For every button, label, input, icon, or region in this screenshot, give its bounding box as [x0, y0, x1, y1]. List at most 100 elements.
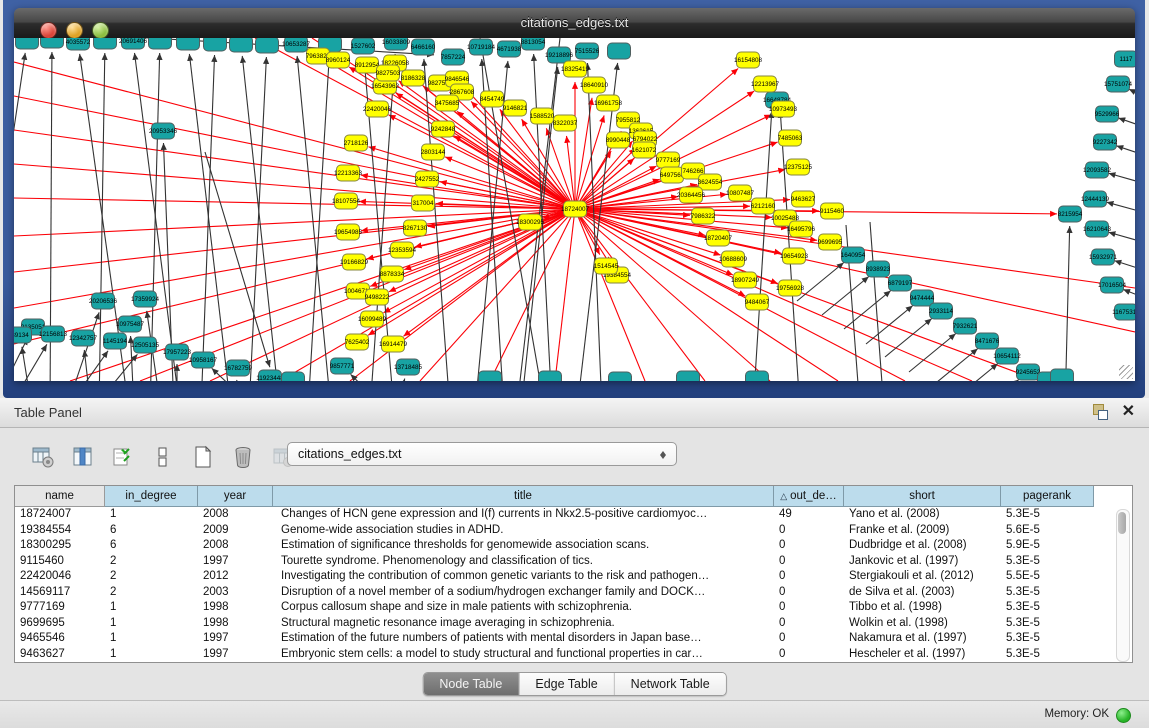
table-row[interactable]: 1830029562008Estimation of significance … [15, 538, 1132, 554]
graph-node[interactable] [609, 372, 632, 381]
table-selector-dropdown[interactable]: citations_edges.txt [287, 442, 677, 466]
column-header-out_de[interactable]: △out_de… [774, 486, 844, 507]
graph-node[interactable]: 9777169 [656, 152, 681, 168]
graph-node[interactable]: 2803144 [421, 144, 446, 160]
graph-node[interactable]: 3475685 [435, 95, 460, 111]
graph-node[interactable]: 7932621 [953, 318, 978, 334]
network-window-titlebar[interactable]: citations_edges.txt [14, 8, 1135, 39]
graph-node[interactable]: 18640910 [580, 77, 609, 93]
graph-node[interactable]: 8322037 [553, 115, 578, 131]
graph-node[interactable]: 9242848 [431, 121, 456, 137]
graph-node[interactable] [479, 371, 502, 381]
graph-node[interactable]: 20206536 [89, 293, 118, 309]
graph-node[interactable]: 13718485 [394, 359, 423, 375]
graph-node[interactable]: 4671938 [497, 41, 522, 57]
tab-network-table[interactable]: Network Table [615, 673, 726, 695]
table-row[interactable]: 2242004622012Investigating the contribut… [15, 569, 1132, 585]
graph-node[interactable]: 9498222 [365, 289, 390, 305]
graph-node[interactable]: 20691406 [119, 38, 148, 49]
graph-node[interactable] [282, 372, 305, 381]
graph-node[interactable]: 1145194 [103, 333, 128, 349]
graph-node[interactable]: 317004 [412, 195, 435, 211]
graph-node[interactable]: 16914479 [379, 336, 408, 352]
graph-node[interactable]: 18300295 [516, 214, 545, 230]
graph-node[interactable]: 10654112 [993, 348, 1021, 364]
graph-node[interactable]: 20953346 [149, 123, 178, 139]
graph-node[interactable]: 12444139 [1081, 191, 1110, 207]
column-header-short[interactable]: short [844, 486, 1001, 507]
graph-node[interactable] [177, 38, 200, 50]
scrollbar-thumb[interactable] [1118, 512, 1126, 534]
graph-node[interactable]: 8454749 [480, 91, 505, 107]
graph-node[interactable] [149, 38, 172, 49]
graph-node[interactable]: 8267130 [403, 220, 428, 236]
graph-node[interactable]: 12342757 [69, 330, 98, 346]
graph-node[interactable] [677, 371, 700, 381]
graph-node[interactable]: 4035572 [66, 38, 91, 50]
graph-node[interactable]: 1514545 [594, 258, 619, 274]
graph-node[interactable]: 17359924 [131, 291, 160, 307]
table-row[interactable]: 946554611997Estimation of the future num… [15, 631, 1132, 647]
graph-node[interactable]: 18907249 [731, 272, 760, 288]
row-height-icon[interactable] [150, 444, 176, 470]
graph-node[interactable]: 8186328 [401, 70, 426, 86]
graph-node[interactable] [539, 371, 562, 381]
memory-status-indicator[interactable] [1116, 708, 1131, 723]
graph-node[interactable]: 9857771 [330, 358, 355, 374]
graph-node[interactable]: 12353594 [388, 242, 417, 258]
graph-node[interactable]: 9529966 [1095, 106, 1120, 122]
graph-node[interactable]: 8878334 [380, 266, 405, 282]
graph-node[interactable] [1051, 369, 1074, 381]
graph-node[interactable] [746, 371, 769, 381]
table-row[interactable]: 969969511998Structural magnetic resonanc… [15, 616, 1132, 632]
graph-node[interactable]: 39134 [14, 327, 32, 343]
graph-node[interactable]: 7986322 [691, 208, 716, 224]
graph-node[interactable]: 9699695 [818, 234, 843, 250]
column-header-pagerank[interactable]: pagerank [1001, 486, 1094, 507]
graph-node[interactable]: 10719184 [467, 39, 496, 55]
graph-node[interactable]: 16782759 [224, 360, 253, 376]
graph-node[interactable]: 7857224 [441, 49, 466, 65]
graph-node[interactable]: 19654923 [780, 248, 809, 264]
graph-node[interactable]: 9227342 [1093, 134, 1118, 150]
graph-node[interactable]: 10807487 [726, 185, 755, 201]
float-panel-icon[interactable] [1092, 404, 1108, 420]
delete-table-icon[interactable] [230, 444, 256, 470]
table-settings-icon[interactable] [30, 444, 56, 470]
table-row[interactable]: 977716911998Corpus callosum shape and si… [15, 600, 1132, 616]
graph-node[interactable]: 18720407 [704, 230, 733, 246]
graph-node[interactable]: 18325419 [561, 61, 590, 77]
graph-node[interactable]: 11923448 [256, 370, 284, 381]
graph-node[interactable]: 8813054 [521, 38, 546, 50]
new-table-icon[interactable] [190, 444, 216, 470]
graph-node[interactable] [230, 38, 253, 52]
graph-node[interactable]: 7485063 [778, 130, 803, 146]
graph-node[interactable]: 15932971 [1089, 249, 1118, 265]
tab-edge-table[interactable]: Edge Table [519, 673, 614, 695]
table-row[interactable]: 911546021997Tourette syndrome. Phenomeno… [15, 554, 1132, 570]
graph-node[interactable]: 16210643 [1083, 221, 1112, 237]
graph-node[interactable]: 12093582 [1083, 162, 1112, 178]
graph-node[interactable]: 9827503 [376, 65, 401, 81]
column-header-title[interactable]: title [273, 486, 774, 507]
graph-node[interactable]: 6466160 [411, 39, 436, 55]
graph-node[interactable]: 11675319 [1112, 304, 1135, 320]
column-visibility-icon[interactable] [70, 444, 96, 470]
table-row[interactable]: 1938455462009Genome-wide association stu… [15, 523, 1132, 539]
table-row[interactable]: 1456911722003Disruption of a novel membe… [15, 585, 1132, 601]
graph-node[interactable]: 1640954 [841, 247, 866, 263]
graph-node[interactable]: 10973493 [769, 101, 798, 117]
row-selection-icon[interactable] [110, 444, 136, 470]
graph-node[interactable]: 18724007 [561, 201, 590, 217]
graph-node[interactable]: 19756928 [776, 280, 805, 296]
graph-node[interactable] [204, 38, 227, 51]
graph-node[interactable]: 6879197 [888, 275, 913, 291]
graph-node[interactable]: 16033809 [382, 38, 411, 50]
column-header-name[interactable]: name [15, 486, 105, 507]
graph-node[interactable]: 2933114 [929, 303, 954, 319]
table-row[interactable]: 1872400712008Changes of HCN gene express… [15, 507, 1132, 523]
graph-node[interactable]: 3624554 [698, 174, 723, 190]
graph-node[interactable]: 1588520 [530, 108, 555, 124]
graph-node[interactable]: 9484067 [745, 294, 770, 310]
graph-node[interactable]: 1117 [1115, 51, 1136, 67]
